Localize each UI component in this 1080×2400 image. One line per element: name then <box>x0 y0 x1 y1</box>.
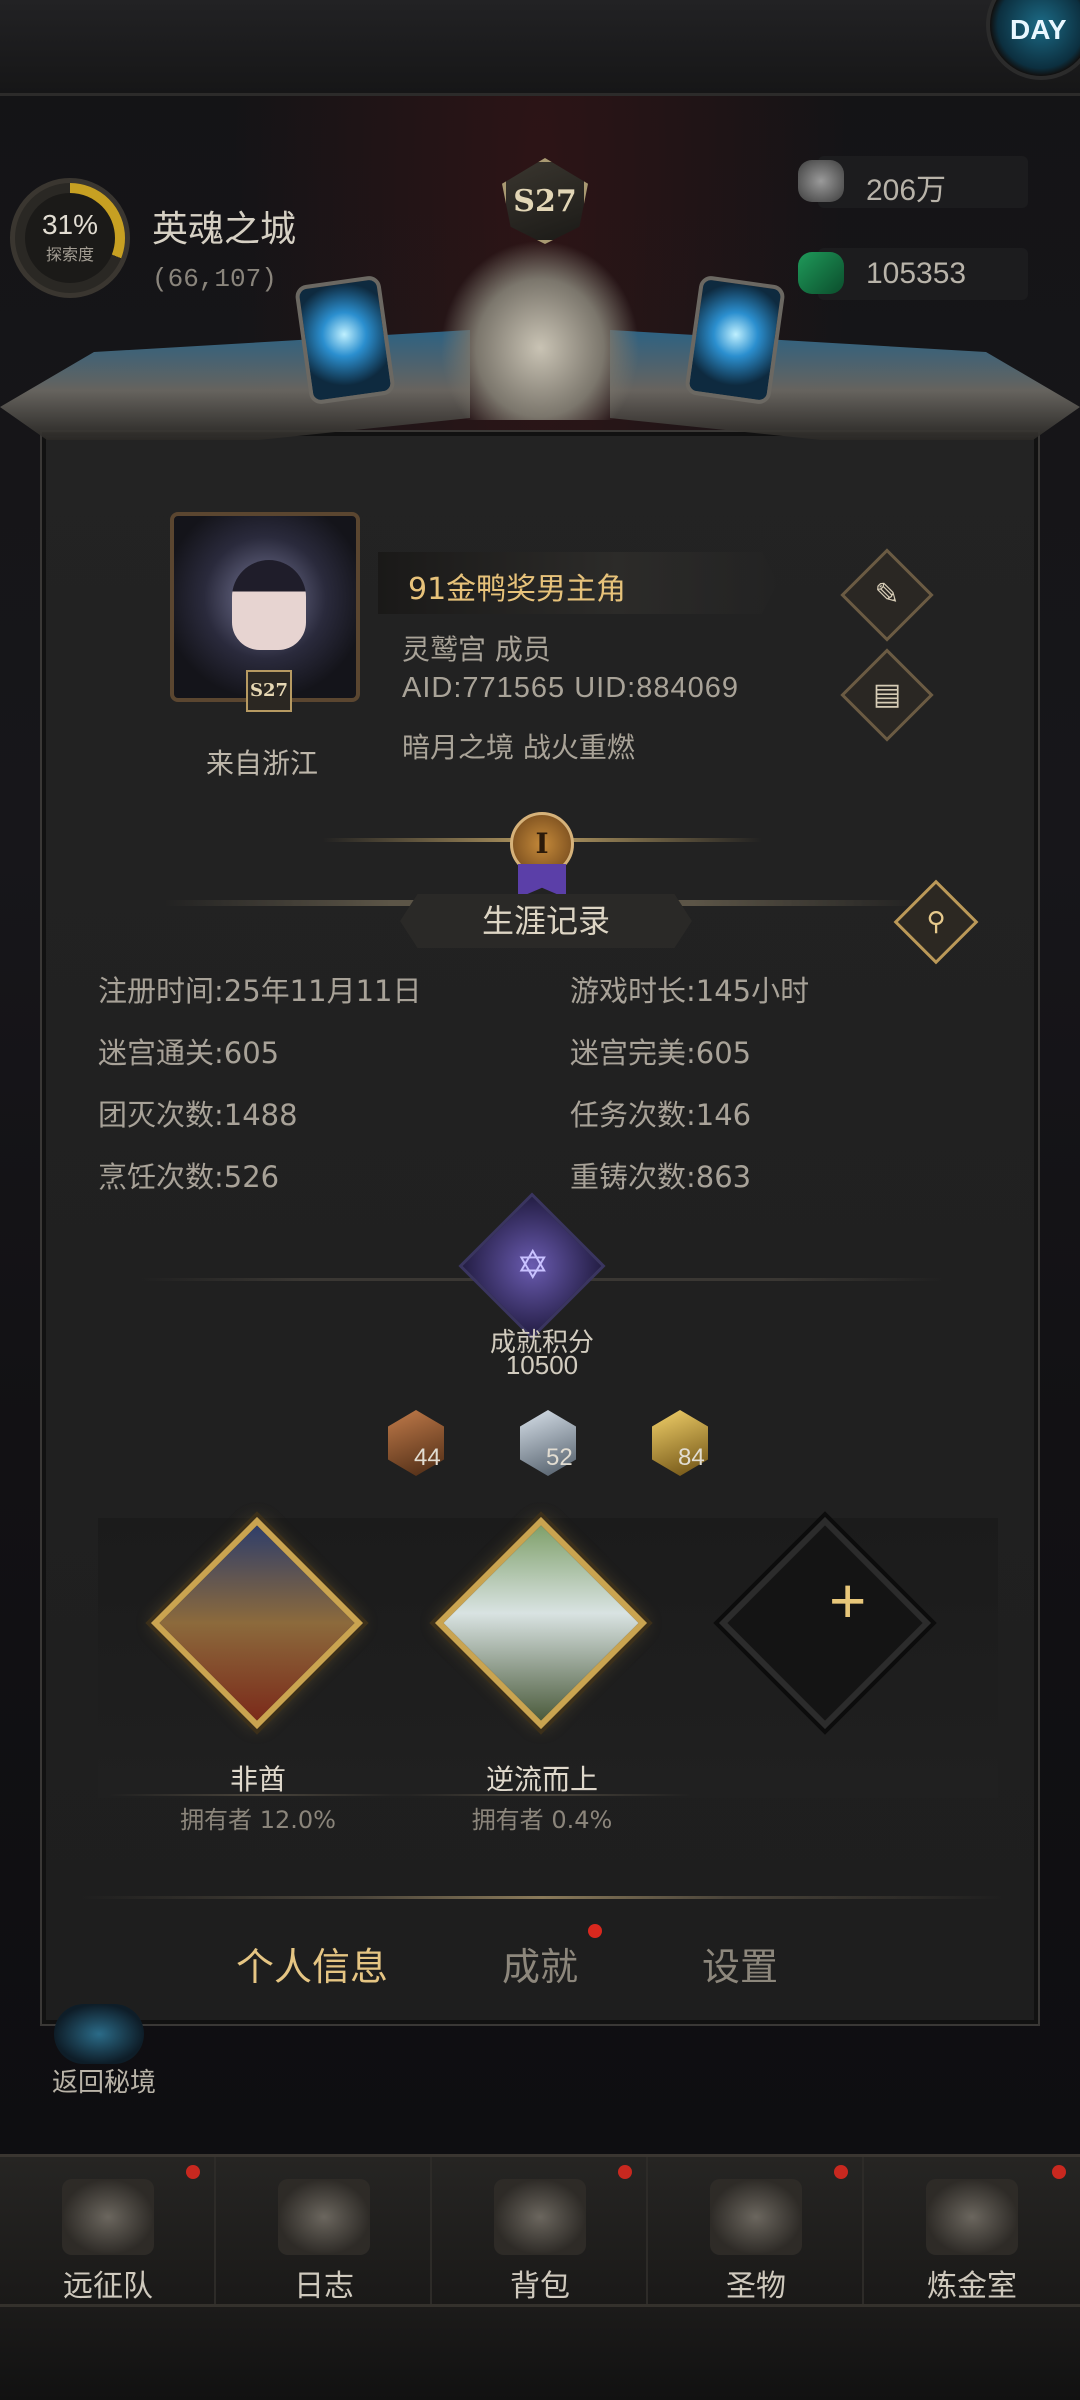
tab-personal-info[interactable]: 个人信息 <box>236 1936 388 1991</box>
bottom-navigation: 远征队 日志 背包 圣物 炼金室 <box>0 2154 1080 2307</box>
stat-maze-clear: 迷宫通关:605 <box>98 1036 280 1070</box>
nav-label: 炼金室 <box>927 2269 1017 2304</box>
player-title: 暗月之境 战火重燃 <box>402 731 635 764</box>
backpack-icon <box>494 2179 586 2255</box>
stat-play-time: 游戏时长:145小时 <box>570 974 810 1008</box>
right-crystal-icon <box>684 274 786 406</box>
plus-icon: + <box>828 1564 867 1637</box>
document-icon: ▤ <box>872 677 902 712</box>
notification-dot <box>186 2165 200 2179</box>
nav-alchemy[interactable]: 炼金室 <box>864 2157 1080 2307</box>
career-search-button[interactable]: ⚲ <box>893 879 979 965</box>
tab-achievement[interactable]: 成就 <box>502 1936 578 1991</box>
nav-relics[interactable]: 圣物 <box>648 2157 864 2307</box>
badge-name: 非酋 <box>229 1763 286 1796</box>
helmet-icon <box>62 2179 154 2255</box>
magnifier-icon: ⚲ <box>926 907 946 937</box>
alchemy-icon <box>926 2179 1018 2255</box>
top-frame <box>0 0 1080 96</box>
day-label: DAY <box>1010 14 1067 45</box>
portrait-icon <box>232 560 306 650</box>
explore-percent: 31% <box>41 209 99 240</box>
player-origin: 来自浙江 <box>206 747 319 780</box>
return-button-label[interactable]: 返回秘境 <box>52 2062 156 2099</box>
bottom-frame <box>0 2304 1080 2400</box>
player-guild: 灵鹫宫 成员 <box>402 633 551 666</box>
player-name: 91金鸭奖男主角 <box>408 572 627 607</box>
nav-expedition[interactable]: 远征队 <box>0 2157 216 2307</box>
badge-owner-rate: 拥有者 0.4% <box>471 1806 613 1834</box>
tab-divider <box>82 1896 1002 1899</box>
stat-reforge-count: 重铸次数:863 <box>570 1160 752 1194</box>
season-label: S27 <box>513 184 577 219</box>
bronze-medal-count: 44 <box>414 1444 441 1471</box>
stat-quest-count: 任务次数:146 <box>570 1098 752 1132</box>
nav-label: 圣物 <box>726 2269 786 2304</box>
gold-medal-count: 84 <box>678 1444 705 1471</box>
stat-cook-count: 烹饪次数:526 <box>98 1160 280 1194</box>
avatar-season-badge: S27 <box>246 670 292 712</box>
notification-dot <box>1052 2165 1066 2179</box>
player-ids: AID:771565 UID:884069 <box>402 672 739 704</box>
nav-journal[interactable]: 日志 <box>216 2157 432 2307</box>
career-title: 生涯记录 <box>400 894 692 948</box>
ornate-crown-frame <box>0 240 1080 480</box>
scroll-icon <box>278 2179 370 2255</box>
stat-wipe-count: 团灭次数:1488 <box>98 1098 298 1132</box>
resource-stone[interactable]: 206万 <box>798 156 1028 208</box>
nav-label: 日志 <box>294 2269 354 2304</box>
stat-register-time: 注册时间:25年11月11日 <box>98 974 422 1008</box>
career-title-text: 生涯记录 <box>481 902 610 940</box>
notification-dot <box>618 2165 632 2179</box>
badge-owner-rate: 拥有者 12.0% <box>180 1806 336 1834</box>
achievement-score: 10500 <box>505 1350 579 1380</box>
achievement-emblem[interactable]: ✡ <box>458 1192 606 1340</box>
player-avatar[interactable]: S27 <box>170 512 360 712</box>
portal-icon[interactable] <box>54 2004 144 2064</box>
nav-label: 远征队 <box>63 2269 153 2304</box>
stat-maze-perfect: 迷宫完美:605 <box>570 1036 752 1070</box>
quill-icon: ✎ <box>874 577 900 612</box>
profile-panel: S27 来自浙江 91金鸭奖男主角 灵鹫宫 成员 AID:771565 UID:… <box>40 430 1040 2026</box>
chalice-icon <box>710 2179 802 2255</box>
resource-value: 206万 <box>866 174 947 207</box>
copy-id-button[interactable]: ▤ <box>840 648 934 742</box>
right-wing-ornament <box>610 330 1080 440</box>
silver-medal-count: 52 <box>546 1444 573 1471</box>
nav-label: 背包 <box>510 2269 570 2304</box>
left-crystal-icon <box>294 274 396 406</box>
stone-icon <box>798 160 844 202</box>
ribbon-icon <box>518 864 566 898</box>
badge-name: 逆流而上 <box>485 1763 598 1796</box>
dragon-skull-ornament <box>440 240 640 420</box>
nav-backpack[interactable]: 背包 <box>432 2157 648 2307</box>
rank-divider: I <box>322 812 762 898</box>
left-wing-ornament <box>0 330 470 440</box>
name-plate: 91金鸭奖男主角 <box>378 552 778 614</box>
triangle-star-icon: ✡ <box>515 1242 550 1289</box>
tab-settings[interactable]: 设置 <box>702 1936 778 1991</box>
notification-dot <box>834 2165 848 2179</box>
notification-dot <box>588 1924 602 1938</box>
edit-name-button[interactable]: ✎ <box>840 548 934 642</box>
